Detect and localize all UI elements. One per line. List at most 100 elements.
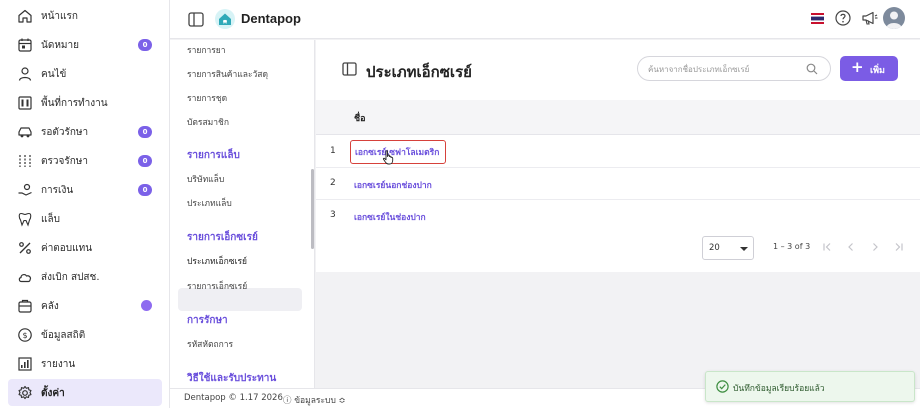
sidebar-item-reports[interactable]: รายงาน — [8, 350, 162, 377]
sidebar-item-workspace[interactable]: พื้นที่การทำงาน — [8, 89, 162, 116]
user-icon — [18, 67, 32, 81]
xray-types-card: ประเภทเอ็กซเรย์ + เพิ่ม ชื่อ 1 เอกซเรย์เ… — [316, 40, 920, 272]
search-icon[interactable] — [806, 63, 818, 75]
submenu-scrollbar[interactable] — [311, 169, 314, 249]
submenu-link[interactable]: รายการยา — [187, 43, 226, 57]
submenu-link[interactable]: บริษัทแล็บ — [187, 172, 224, 186]
sidebar-item-claims[interactable]: ส่งเบิก สปสช. — [8, 263, 162, 290]
sidebar-item-label: ส่งเบิก สปสช. — [41, 272, 100, 283]
submenu-link[interactable]: รหัสหัตถการ — [187, 337, 233, 351]
megaphone-icon[interactable] — [861, 10, 878, 26]
sidebar-item-statistics[interactable]: $ ข้อมูลสถิติ — [8, 321, 162, 348]
submenu-link-xray-types[interactable]: ประเภทเอ็กซเรย์ — [187, 254, 247, 268]
main-content: ประเภทเอ็กซเรย์ + เพิ่ม ชื่อ 1 เอกซเรย์เ… — [316, 40, 920, 388]
add-button-label: เพิ่ม — [870, 66, 885, 76]
cloud-icon — [18, 273, 32, 283]
sidebar-toggle-icon[interactable] — [188, 12, 204, 27]
tooth-icon — [18, 212, 32, 227]
success-toast: บันทึกข้อมูลเรียบร้อยแล้ว — [705, 371, 915, 402]
sidebar-item-label: รายงาน — [41, 359, 76, 370]
table-row[interactable]: 3 เอกซเรย์ในช่องปาก — [316, 200, 920, 232]
submenu-link[interactable]: บัตรสมาชิก — [187, 115, 229, 129]
report-icon — [18, 357, 32, 371]
help-icon[interactable] — [835, 10, 851, 26]
box-icon — [18, 299, 32, 313]
percent-icon — [19, 242, 31, 254]
panel-icon — [342, 62, 357, 76]
plus-icon: + — [851, 58, 864, 76]
sidebar-item-label: การเงิน — [41, 185, 74, 196]
prev-page-icon[interactable] — [846, 242, 856, 252]
page-size-select[interactable]: 20 — [702, 236, 754, 260]
left-nav: หน้าแรก นัดหมาย 0 คนไข้ พื้นที่การทำงาน … — [0, 0, 170, 408]
stats-icon: $ — [18, 328, 32, 342]
caret-down-icon — [740, 247, 748, 251]
pagination: 20 1 – 3 of 3 — [316, 234, 920, 266]
sidebar-item-label: ตรวจรักษา — [41, 156, 88, 167]
row-name-link[interactable]: เอกซเรย์ในช่องปาก — [354, 210, 426, 224]
next-page-icon[interactable] — [870, 242, 880, 252]
page-size-value: 20 — [709, 243, 720, 253]
system-info-link[interactable]: ⓘ ข้อมูลระบบ ≎ — [283, 393, 346, 407]
sidebar-item-lab[interactable]: แล็บ — [8, 205, 162, 232]
submenu-heading-treatment: การรักษา — [187, 315, 228, 326]
calendar-icon — [18, 38, 32, 52]
house-logo-icon — [219, 13, 231, 25]
submenu-link[interactable]: รายการสินค้าและวัสดุ — [187, 67, 268, 81]
sidebar-item-home[interactable]: หน้าแรก — [8, 2, 162, 29]
svg-text:$: $ — [22, 331, 27, 340]
money-hand-icon — [18, 183, 32, 196]
last-page-icon[interactable] — [894, 242, 904, 252]
brand-logo[interactable] — [215, 9, 235, 29]
table-header: ชื่อ — [316, 100, 920, 135]
search-input[interactable] — [648, 61, 798, 77]
sidebar-item-label: รอตัวรักษา — [41, 127, 89, 138]
submenu-heading-lab: รายการแล็บ — [187, 150, 240, 161]
submenu-link[interactable]: ประเภทแล็บ — [187, 196, 232, 210]
sidebar-item-appointments[interactable]: นัดหมาย 0 — [8, 31, 162, 58]
workspace-icon — [18, 96, 32, 110]
hand-cursor-icon — [382, 150, 394, 165]
sidebar-item-commission[interactable]: ค่าตอบแทน — [8, 234, 162, 261]
column-header-name: ชื่อ — [354, 114, 366, 124]
user-avatar[interactable] — [883, 7, 905, 29]
row-number: 2 — [330, 178, 336, 188]
table-row[interactable]: 1 เอกซเรย์เซฟาโลเมตริก — [316, 136, 920, 168]
first-page-icon[interactable] — [822, 242, 832, 252]
sidebar-item-waiting[interactable]: รอตัวรักษา 0 — [8, 118, 162, 145]
notification-dot — [141, 300, 152, 311]
sidebar-item-label: นัดหมาย — [41, 40, 79, 51]
sidebar-item-finance[interactable]: การเงิน 0 — [8, 176, 162, 203]
count-badge: 0 — [138, 155, 152, 167]
footer-copyright: Dentapop © 1.17 2026 — [184, 393, 283, 403]
car-icon — [18, 127, 32, 138]
page-title: ประเภทเอ็กซเรย์ — [366, 63, 472, 81]
sidebar-item-patients[interactable]: คนไข้ — [8, 60, 162, 87]
sidebar-item-label: คลัง — [41, 301, 59, 312]
row-name-link[interactable]: เอกซเรย์เซฟาโลเมตริก — [350, 140, 447, 164]
add-button[interactable]: + เพิ่ม — [840, 56, 898, 81]
search-box — [637, 56, 831, 81]
thai-flag-icon[interactable] — [811, 13, 824, 24]
toast-message: บันทึกข้อมูลเรียบร้อยแล้ว — [733, 384, 825, 394]
sidebar-item-inventory[interactable]: คลัง — [8, 292, 162, 319]
row-name-link[interactable]: เอกซเรย์นอกช่องปาก — [354, 178, 432, 192]
count-badge: 0 — [138, 126, 152, 138]
submenu-link[interactable]: รายการชุด — [187, 91, 227, 105]
sidebar-item-label: พื้นที่การทำงาน — [41, 98, 108, 109]
avatar-person-icon — [886, 11, 902, 29]
table-row[interactable]: 2 เอกซเรย์นอกช่องปาก — [316, 168, 920, 200]
count-badge: 0 — [138, 184, 152, 196]
gear-icon — [18, 385, 32, 400]
submenu-link[interactable]: รายการเอ็กซเรย์ — [187, 279, 247, 293]
check-circle-icon — [716, 380, 729, 393]
settings-submenu: รายการยา รายการสินค้าและวัสดุ รายการชุด … — [170, 40, 315, 388]
sidebar-item-label: คนไข้ — [41, 69, 67, 80]
top-bar: Dentapop — [170, 0, 920, 39]
page-range-text: 1 – 3 of 3 — [773, 242, 811, 251]
home-icon — [18, 9, 32, 23]
sidebar-item-treatment[interactable]: ตรวจรักษา 0 — [8, 147, 162, 174]
row-number: 3 — [330, 210, 336, 220]
sidebar-item-settings[interactable]: ตั้งค่า — [8, 379, 162, 406]
sidebar-item-label: แล็บ — [41, 214, 60, 225]
